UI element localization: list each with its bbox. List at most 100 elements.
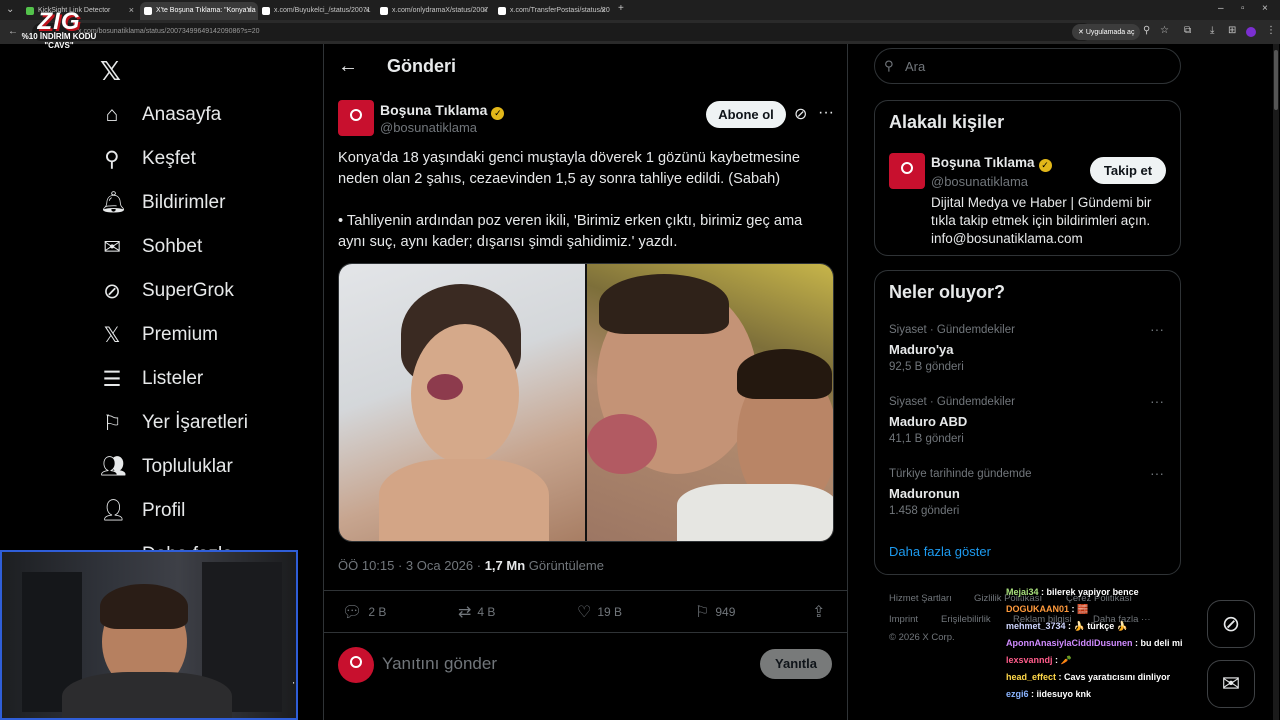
like-action[interactable]: ♡ 19 B <box>577 602 622 622</box>
nav-item-bildirimler[interactable]: 🔔︎ Bildirimler <box>100 189 225 217</box>
browser-tab[interactable]: x.com/onlydramaX/status/2007 × <box>376 2 494 20</box>
footer-terms-link[interactable]: Hizmet Şartları <box>889 593 952 604</box>
scrollbar-thumb[interactable] <box>1274 50 1278 110</box>
trend-more-icon[interactable]: ··· <box>1150 393 1164 409</box>
nav-item-supergrok[interactable]: ⊘ SuperGrok <box>100 277 234 305</box>
trend-title[interactable]: Maduro ABD <box>889 414 967 429</box>
post-media[interactable] <box>338 263 834 542</box>
trend-title[interactable]: Maduronun <box>889 486 960 501</box>
url-field[interactable]: x.com/bosunatiklama/status/2007349964914… <box>32 23 1092 41</box>
tab-title: x.com/TransferPostasi/status/20 <box>510 7 610 14</box>
close-tab-icon[interactable]: × <box>129 5 134 15</box>
related-handle[interactable]: @bosunatiklama <box>931 174 1028 189</box>
grok-fab-icon[interactable]: ⊘ <box>1207 600 1255 648</box>
more-options-icon[interactable]: ··· <box>818 104 834 122</box>
menu-icon[interactable]: ⋮ <box>1266 25 1276 36</box>
nav-item-keşfet[interactable]: ⚲ Keşfet <box>100 145 196 173</box>
chat-text: bilerek yapiyor bence <box>1046 587 1139 597</box>
follow-button[interactable]: Takip et <box>1090 157 1166 184</box>
close-tab-icon[interactable]: × <box>483 5 488 15</box>
nav-item-sohbet[interactable]: ✉ Sohbet <box>100 233 202 261</box>
chat-username[interactable]: head_effect <box>1006 672 1056 682</box>
post-image-right[interactable] <box>587 264 833 541</box>
chat-text: 🍌 türkçe 🍌 <box>1073 621 1128 631</box>
profile-avatar[interactable] <box>1246 27 1256 37</box>
close-tab-icon[interactable]: × <box>365 5 370 15</box>
browser-tab[interactable]: x.com/TransferPostasi/status/20 × <box>494 2 612 20</box>
open-in-app-button[interactable]: ✕ Uygulamada aç <box>1072 24 1141 40</box>
reply-user-avatar[interactable] <box>338 647 374 683</box>
trend-context: Siyaset · Gündemdekiler <box>889 324 1015 336</box>
browser-tab[interactable]: x.com/Buyukelci_/status/20071 × <box>258 2 376 20</box>
maximize-icon[interactable]: ▫ <box>1241 3 1245 14</box>
divider <box>324 590 848 591</box>
chat-message: Mejai34 : bilerek yapiyor bence <box>1006 587 1139 597</box>
footer-accessibility-link[interactable]: Erişilebilirlik <box>941 614 991 625</box>
share-action[interactable]: ⇪ <box>812 602 825 622</box>
trend-more-icon[interactable]: ··· <box>1150 321 1164 337</box>
related-avatar[interactable] <box>889 153 925 189</box>
search-icon: ⚲ <box>884 58 894 73</box>
repost-action[interactable]: ⇄ 4 B <box>458 602 495 622</box>
chat-text: bu deli mi <box>1140 638 1183 648</box>
community-icon: 👥︎ <box>100 455 127 478</box>
x-icon: 𝕏 <box>103 323 121 347</box>
close-tab-icon[interactable]: × <box>247 5 252 15</box>
trend-count: 1.458 gönderi <box>889 505 960 517</box>
chat-username[interactable]: DOGUKAAN01 <box>1006 604 1069 614</box>
nav-item-premium[interactable]: 𝕏 Premium <box>100 321 218 349</box>
related-name[interactable]: Boşuna Tıklama ✓ <box>931 155 1052 172</box>
nav-item-anasayfa[interactable]: ⌂ Anasayfa <box>100 101 222 129</box>
nav-item-yer-i̇şaretleri[interactable]: ⚐ Yer İşaretleri <box>100 409 248 437</box>
window-close-icon[interactable]: × <box>1262 3 1268 14</box>
search-input[interactable]: Ara <box>874 48 1181 84</box>
browser-tab-active[interactable]: X'te Boşuna Tıklama: "Konya'da × <box>140 2 258 20</box>
download-icon[interactable]: ⤓ <box>1210 25 1214 36</box>
repost-icon: ⇄ <box>458 604 472 621</box>
nav-item-topluluklar[interactable]: 👥︎ Topluluklar <box>100 453 233 481</box>
post-timestamp[interactable]: ÖÖ 10:15 · 3 Oca 2026 · <box>338 558 485 573</box>
back-arrow-icon[interactable]: ← <box>338 55 358 78</box>
trend-title[interactable]: Maduro'ya <box>889 342 954 357</box>
minimize-icon[interactable]: – <box>1218 3 1224 14</box>
chat-message: lexsvanndj : 🥕 <box>1006 655 1072 665</box>
chat-username[interactable]: ezgi6 <box>1006 689 1029 699</box>
nav-item-label: SuperGrok <box>142 280 234 301</box>
zoom-icon[interactable]: ⚲ <box>1143 25 1150 36</box>
open-in-app-label: Uygulamada aç <box>1085 29 1135 36</box>
author-name[interactable]: Boşuna Tıklama ✓ <box>380 102 505 120</box>
nav-item-profil[interactable]: 👤︎ Profil <box>100 497 185 525</box>
post-image-left[interactable] <box>339 264 585 541</box>
reply-action[interactable]: 💬︎ 2 B <box>342 602 386 622</box>
star-icon[interactable]: ☆ <box>1160 25 1169 36</box>
chat-username[interactable]: mehmet_3734 <box>1006 621 1066 631</box>
reply-count: 2 B <box>368 605 387 619</box>
chat-username[interactable]: AponnAnasiylaCiddiDusunen <box>1006 638 1133 648</box>
chat-message: DOGUKAAN01 : 🧱 <box>1006 604 1089 614</box>
extension-icon[interactable]: ⊞ <box>1228 25 1236 36</box>
author-handle[interactable]: @bosunatiklama <box>380 120 477 135</box>
footer-imprint-link[interactable]: Imprint <box>889 614 918 625</box>
reply-button[interactable]: Yanıtla <box>760 649 832 679</box>
post-text: Konya'da 18 yaşındaki genci muştayla döv… <box>338 150 800 187</box>
reply-input[interactable]: Yanıtını gönder <box>382 654 497 674</box>
show-more-link[interactable]: Daha fazla göster <box>889 544 991 559</box>
messages-fab-icon[interactable]: ✉ <box>1207 660 1255 708</box>
close-tab-icon[interactable]: × <box>601 5 606 15</box>
view-label: Görüntüleme <box>525 558 604 573</box>
nav-item-listeler[interactable]: ☰ Listeler <box>100 365 204 393</box>
grok-icon[interactable]: ⊘ <box>794 104 807 124</box>
subscribe-button[interactable]: Abone ol <box>706 101 786 128</box>
scrollbar[interactable] <box>1273 44 1279 720</box>
new-tab-icon[interactable]: + <box>618 3 624 14</box>
bookmark-icon: ⚐ <box>102 411 122 435</box>
x-logo-icon[interactable]: 𝕏 <box>100 56 121 87</box>
chat-username[interactable]: Mejai34 <box>1006 587 1039 597</box>
bookmark-action[interactable]: ⚐ 949 <box>695 602 735 622</box>
divider <box>324 632 848 633</box>
trend-more-icon[interactable]: ··· <box>1150 465 1164 481</box>
chat-username[interactable]: lexsvanndj <box>1006 655 1053 665</box>
author-avatar[interactable] <box>338 100 374 136</box>
extensions-icon[interactable]: ⧉ <box>1184 25 1191 36</box>
footer-copyright: © 2026 X Corp. <box>889 632 955 643</box>
